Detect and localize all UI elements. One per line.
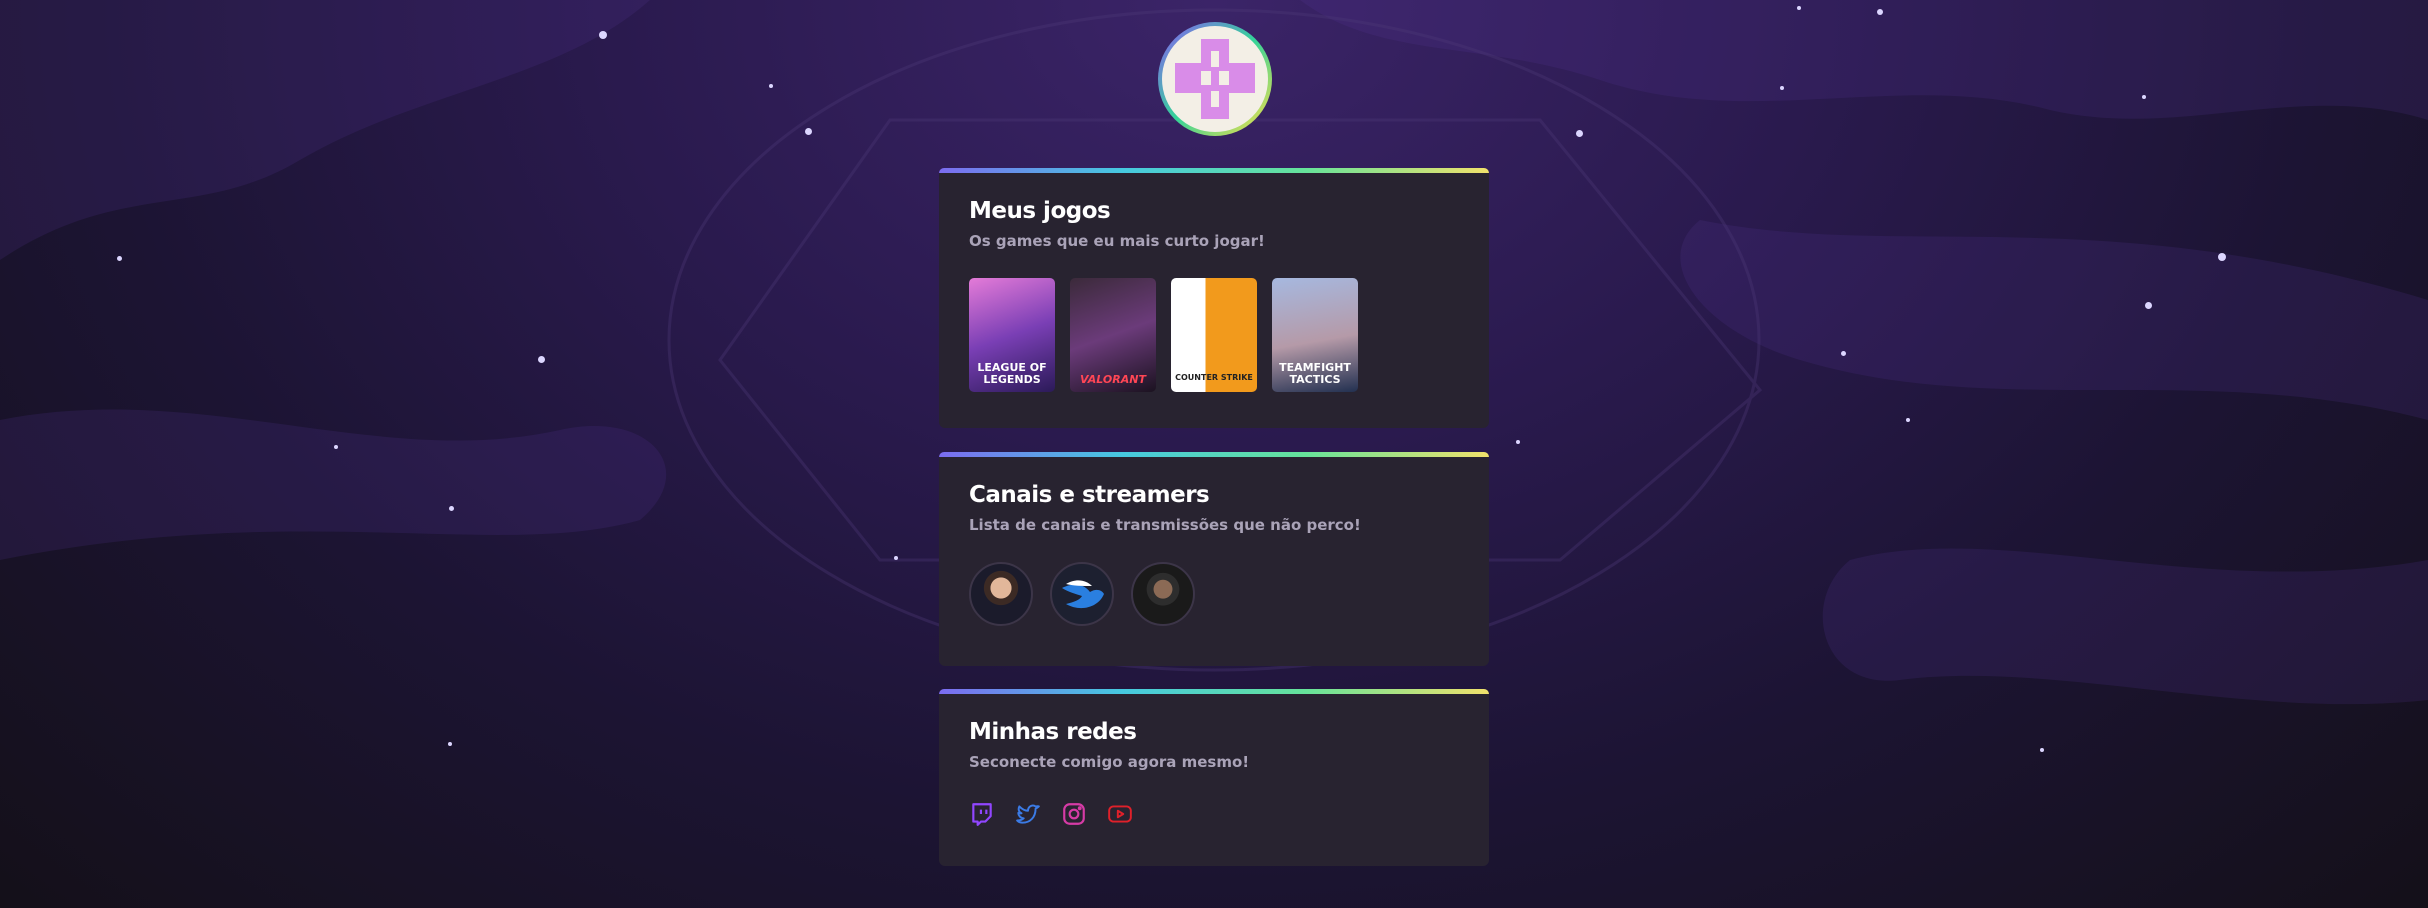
profile-avatar[interactable]	[1158, 22, 1272, 136]
streamers-list	[969, 562, 1195, 626]
games-card-title: Meus jogos	[969, 198, 1111, 224]
game-valorant[interactable]: VALORANT	[1070, 278, 1156, 392]
channels-card: Canais e streamers Lista de canais e tra…	[939, 452, 1489, 666]
youtube-link[interactable]	[1107, 801, 1133, 827]
game-label: TEAMFIGHT TACTICS	[1279, 361, 1351, 386]
game-league-of-legends[interactable]: LEAGUE OF LEGENDS	[969, 278, 1055, 392]
games-list: LEAGUE OF LEGENDS VALORANT COUNTER STRIK…	[969, 278, 1358, 392]
socials-card: Minhas redes Seconecte comigo agora mesm…	[939, 689, 1489, 866]
game-label: LEAGUE OF LEGENDS	[977, 361, 1047, 386]
instagram-link[interactable]	[1061, 801, 1087, 827]
socials-card-title: Minhas redes	[969, 719, 1137, 745]
twitch-icon	[972, 803, 992, 826]
twitter-icon	[1016, 804, 1040, 824]
winged-logo-avatar[interactable]	[1050, 562, 1114, 626]
socials-card-subtitle: Seconecte comigo agora mesmo!	[969, 753, 1250, 771]
channels-card-subtitle: Lista de canais e transmissões que não p…	[969, 516, 1361, 534]
wing-icon	[1062, 580, 1104, 609]
streamer-avatar-1[interactable]	[969, 562, 1033, 626]
games-card-subtitle: Os games que eu mais curto jogar!	[969, 232, 1265, 250]
twitch-link[interactable]	[969, 801, 995, 827]
game-label: VALORANT	[1080, 373, 1146, 386]
streamer-avatar-3[interactable]	[1131, 562, 1195, 626]
game-counter-strike[interactable]: COUNTER STRIKE	[1171, 278, 1257, 392]
instagram-icon	[1063, 803, 1085, 825]
game-label: COUNTER STRIKE	[1175, 373, 1253, 382]
social-links	[969, 801, 1133, 827]
game-teamfight-tactics[interactable]: TEAMFIGHT TACTICS	[1272, 278, 1358, 392]
channels-card-title: Canais e streamers	[969, 482, 1210, 508]
twitter-link[interactable]	[1015, 801, 1041, 827]
youtube-icon	[1108, 805, 1132, 823]
games-card: Meus jogos Os games que eu mais curto jo…	[939, 168, 1489, 428]
plus-cross-icon	[1175, 39, 1255, 119]
